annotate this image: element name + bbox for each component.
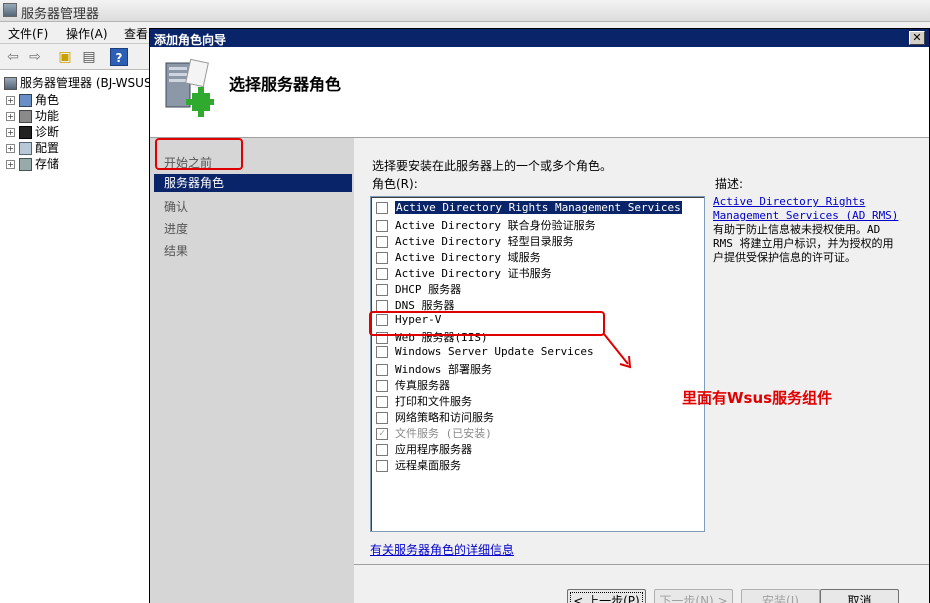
menu-file[interactable]: 文件(F): [8, 25, 48, 42]
install-button[interactable]: 安装(I): [741, 589, 820, 603]
server-icon: [4, 77, 17, 90]
tree-item-configuration[interactable]: + 配置: [6, 139, 59, 155]
wizard-content: 选择要安装在此服务器上的一个或多个角色。 角色(R): 描述: Active D…: [354, 138, 929, 603]
role-app-server[interactable]: 应用程序服务器: [376, 441, 472, 457]
tree-item-diagnostics[interactable]: + 诊断: [6, 123, 59, 139]
annotation-text: 里面有Wsus服务组件: [682, 389, 833, 407]
step-confirmation: 确认: [164, 200, 189, 214]
role-ad-rms[interactable]: Active Directory Rights Management Servi…: [376, 201, 682, 217]
role-dhcp[interactable]: DHCP 服务器: [376, 281, 461, 297]
checkbox[interactable]: [376, 252, 388, 264]
arrow-icon: [603, 333, 632, 369]
show-tree-icon[interactable]: ▤: [80, 48, 98, 66]
step-progress: 进度: [164, 222, 189, 236]
expand-icon[interactable]: +: [6, 160, 15, 169]
step-server-roles[interactable]: 服务器角色: [154, 174, 352, 192]
menu-view[interactable]: 查看: [124, 25, 148, 42]
cancel-button[interactable]: 取消: [820, 589, 899, 603]
storage-icon: [19, 158, 32, 171]
next-button[interactable]: 下一步(N) >: [654, 589, 733, 603]
help-icon[interactable]: ?: [110, 48, 128, 66]
checkbox-checked: ✓: [376, 428, 388, 440]
divider: [354, 564, 929, 565]
close-icon[interactable]: ✕: [909, 31, 925, 45]
role-ad-fs[interactable]: Active Directory 联合身份验证服务: [376, 217, 596, 233]
back-icon[interactable]: ⇦: [4, 48, 22, 66]
highlight-box-server-roles: [155, 138, 243, 170]
checkbox[interactable]: [376, 236, 388, 248]
checkbox[interactable]: [376, 268, 388, 280]
server-manager-icon: [3, 3, 17, 17]
role-print[interactable]: 打印和文件服务: [376, 393, 472, 409]
roles-icon: [19, 94, 32, 107]
previous-button[interactable]: < 上一步(P): [567, 589, 646, 603]
role-wsus[interactable]: Windows Server Update Services: [376, 345, 594, 361]
tree-item-features[interactable]: + 功能: [6, 107, 59, 123]
tree-item-storage[interactable]: + 存储: [6, 155, 59, 171]
configuration-icon: [19, 142, 32, 155]
tree-item-server-manager[interactable]: 服务器管理器 (BJ-WSUS: [4, 74, 152, 90]
step-results: 结果: [164, 244, 189, 258]
checkbox[interactable]: [376, 202, 388, 214]
more-info-link[interactable]: 有关服务器角色的详细信息: [370, 541, 514, 558]
diagnostics-icon: [19, 126, 32, 139]
server-manager-titlebar: 服务器管理器: [0, 0, 930, 22]
role-wds[interactable]: Windows 部署服务: [376, 361, 492, 377]
instructions-text: 选择要安装在此服务器上的一个或多个角色。: [372, 159, 613, 173]
checkbox[interactable]: [376, 380, 388, 392]
checkbox[interactable]: [376, 346, 388, 358]
description-label: 描述:: [715, 177, 744, 191]
navigation-tree: 服务器管理器 (BJ-WSUS + 角色 + 功能 + 诊断 + 配置 + 存储: [0, 70, 152, 603]
checkbox[interactable]: [376, 460, 388, 472]
checkbox[interactable]: [376, 284, 388, 296]
expand-icon[interactable]: +: [6, 128, 15, 137]
features-icon: [19, 110, 32, 123]
wizard-title: 添加角色向导: [154, 33, 227, 47]
roles-label: 角色(R):: [372, 177, 418, 191]
role-ad-ds[interactable]: Active Directory 域服务: [376, 249, 541, 265]
checkbox[interactable]: [376, 444, 388, 456]
wizard-titlebar: 添加角色向导 ✕: [150, 29, 929, 47]
checkbox[interactable]: [376, 396, 388, 408]
checkbox[interactable]: [376, 364, 388, 376]
wizard-steps: 开始之前 服务器角色 确认 进度 结果: [150, 138, 354, 603]
role-fax[interactable]: 传真服务器: [376, 377, 450, 393]
wizard-header: 选择服务器角色: [150, 47, 929, 138]
forward-icon[interactable]: ⇨: [26, 48, 44, 66]
role-rds[interactable]: 远程桌面服务: [376, 457, 461, 473]
page-title: 选择服务器角色: [229, 75, 342, 94]
role-description: Active Directory Rights Management Servi…: [713, 195, 903, 265]
server-manager-title: 服务器管理器: [21, 7, 100, 22]
role-npas[interactable]: 网络策略和访问服务: [376, 409, 494, 425]
folder-up-icon[interactable]: ▣: [56, 48, 74, 66]
role-ad-cs[interactable]: Active Directory 证书服务: [376, 265, 552, 281]
role-file-services: ✓ 文件服务 (已安装): [376, 425, 492, 441]
roles-list[interactable]: Active Directory Rights Management Servi…: [370, 196, 705, 532]
highlight-box-wsus: [369, 311, 605, 336]
expand-icon[interactable]: +: [6, 144, 15, 153]
description-link[interactable]: Active Directory Rights Management Servi…: [713, 195, 898, 222]
expand-icon[interactable]: +: [6, 112, 15, 121]
expand-icon[interactable]: +: [6, 96, 15, 105]
menu-action[interactable]: 操作(A): [66, 25, 108, 42]
checkbox[interactable]: [376, 412, 388, 424]
server-add-icon: [165, 58, 214, 117]
tree-item-roles[interactable]: + 角色: [6, 91, 59, 107]
description-text: 有助于防止信息被未授权使用。AD RMS 将建立用户标识，并为授权的用户提供受保…: [713, 223, 894, 264]
role-ad-lds[interactable]: Active Directory 轻型目录服务: [376, 233, 574, 249]
checkbox[interactable]: [376, 220, 388, 232]
